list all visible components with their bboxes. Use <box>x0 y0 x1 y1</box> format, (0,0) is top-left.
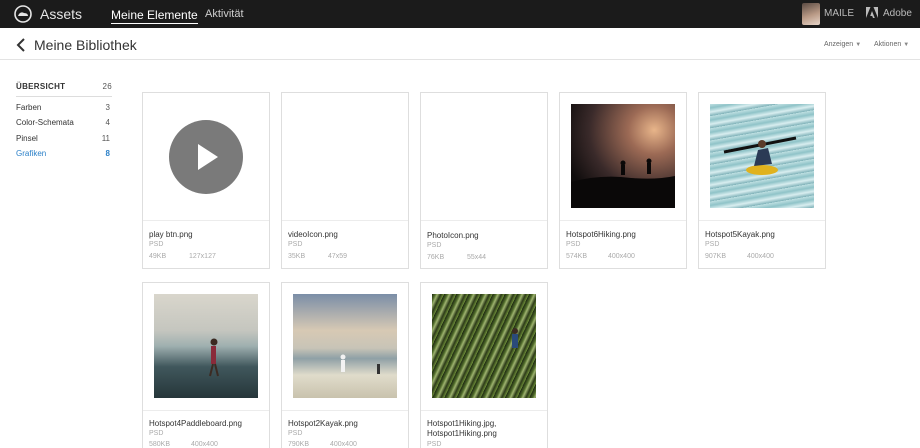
asset-card[interactable]: Hotspot6Hiking.png PSD 574KB 400x400 <box>559 92 687 269</box>
sidebar-item-brushes[interactable]: Pinsel 11 <box>16 134 110 143</box>
actions-menu[interactable]: Aktionen ▼ <box>874 41 909 48</box>
avatar[interactable] <box>802 3 820 25</box>
user-name[interactable]: MAILE <box>824 8 854 19</box>
view-menu[interactable]: Anzeigen ▼ <box>824 41 861 48</box>
asset-dimensions: 47x59 <box>328 253 348 260</box>
asset-thumbnail <box>282 283 408 411</box>
asset-type: PSD <box>427 441 442 448</box>
asset-size: 76KB <box>427 254 445 261</box>
sidebar-item-count: 3 <box>105 103 110 112</box>
asset-thumbnail <box>143 283 269 411</box>
sidebar-item-label: Grafiken <box>16 149 47 158</box>
view-menu-label: Anzeigen <box>824 41 854 48</box>
asset-type: PSD <box>149 241 164 248</box>
beach-photo <box>293 294 397 398</box>
back-chevron-icon[interactable] <box>16 38 26 52</box>
asset-name: Hotspot2Kayak.png <box>288 419 358 428</box>
sidebar-item-count: 4 <box>105 118 110 127</box>
asset-thumbnail <box>421 283 547 411</box>
asset-thumbnail <box>282 93 408 221</box>
asset-thumbnail <box>421 93 547 221</box>
asset-card[interactable]: PhotoIcon.png PSD 76KB 55x44 <box>420 92 548 269</box>
actions-menu-label: Aktionen <box>874 41 902 48</box>
sidebar-heading-label: ÜBERSICHT <box>16 82 66 91</box>
adobe-logo-icon <box>866 7 878 18</box>
asset-thumbnail <box>699 93 825 221</box>
asset-name: Hotspot4Paddleboard.png <box>149 419 242 428</box>
asset-card[interactable]: Hotspot5Kayak.png PSD 907KB 400x400 <box>698 92 826 269</box>
sidebar-item-colors[interactable]: Farben 3 <box>16 103 110 112</box>
caret-down-icon: ▼ <box>903 42 910 48</box>
asset-type: PSD <box>566 241 581 248</box>
app-title[interactable]: Assets <box>40 6 82 22</box>
asset-name: PhotoIcon.png <box>427 231 479 240</box>
asset-thumbnail <box>560 93 686 221</box>
sidebar-item-label: Farben <box>16 103 42 112</box>
asset-size: 49KB <box>149 253 167 260</box>
kayak-photo <box>710 104 814 208</box>
sidebar-item-count: 8 <box>105 149 110 158</box>
asset-card[interactable]: Hotspot2Kayak.png PSD 790KB 400x400 <box>281 282 409 448</box>
asset-dimensions: 400x400 <box>608 253 635 260</box>
asset-card[interactable]: Hotspot1Hiking.jpg, Hotspot1Hiking.png P… <box>420 282 548 448</box>
sidebar-heading-count: 26 <box>102 82 112 91</box>
asset-type: PSD <box>427 242 442 249</box>
asset-type: PSD <box>288 241 303 248</box>
asset-dimensions: 400x400 <box>747 253 774 260</box>
asset-dimensions: 400x400 <box>330 441 357 448</box>
asset-card[interactable]: play btn.png PSD 49KB 127x127 <box>142 92 270 269</box>
paddleboard-photo <box>154 294 258 398</box>
sidebar-item-color-schemes[interactable]: Color-Schemata 4 <box>16 118 110 127</box>
page-title: Meine Bibliothek <box>34 37 137 53</box>
sidebar-overview-heading[interactable]: ÜBERSICHT 26 <box>16 82 112 97</box>
asset-name: videoIcon.png <box>288 230 338 239</box>
asset-size: 907KB <box>705 253 727 260</box>
top-bar: Assets Meine Elemente Aktivität MAILE Ad… <box>0 0 920 28</box>
asset-name: Hotspot1Hiking.jpg, Hotspot1Hiking.png <box>427 419 497 438</box>
asset-size: 574KB <box>566 253 588 260</box>
asset-dimensions: 400x400 <box>191 441 218 448</box>
asset-name: play btn.png <box>149 230 193 239</box>
sidebar-item-graphics[interactable]: Grafiken 8 <box>16 149 110 158</box>
asset-type: PSD <box>149 430 164 437</box>
creative-cloud-logo-icon[interactable] <box>14 5 32 23</box>
sidebar-item-label: Pinsel <box>16 134 38 143</box>
asset-size: 35KB <box>288 253 306 260</box>
asset-card[interactable]: Hotspot4Paddleboard.png PSD 580KB 400x40… <box>142 282 270 448</box>
asset-name: Hotspot6Hiking.png <box>566 230 636 239</box>
asset-name: Hotspot5Kayak.png <box>705 230 775 239</box>
nav-my-elements[interactable]: Meine Elemente <box>111 8 198 24</box>
play-button-icon <box>169 120 243 194</box>
asset-size: 580KB <box>149 441 171 448</box>
asset-type: PSD <box>288 430 303 437</box>
page-header: Meine Bibliothek Anzeigen ▼ Aktionen ▼ <box>0 28 920 60</box>
sidebar-item-label: Color-Schemata <box>16 118 74 127</box>
caret-down-icon: ▼ <box>855 42 862 48</box>
asset-type: PSD <box>705 241 720 248</box>
jungle-hiking-photo <box>432 294 536 398</box>
asset-size: 790KB <box>288 441 310 448</box>
asset-dimensions: 127x127 <box>189 253 216 260</box>
hiking-silhouette-photo <box>571 104 675 208</box>
sidebar-item-count: 11 <box>101 134 110 143</box>
asset-card[interactable]: videoIcon.png PSD 35KB 47x59 <box>281 92 409 269</box>
nav-activity[interactable]: Aktivität <box>205 8 244 20</box>
asset-dimensions: 55x44 <box>467 254 487 261</box>
asset-thumbnail <box>143 93 269 221</box>
adobe-label: Adobe <box>883 8 912 19</box>
